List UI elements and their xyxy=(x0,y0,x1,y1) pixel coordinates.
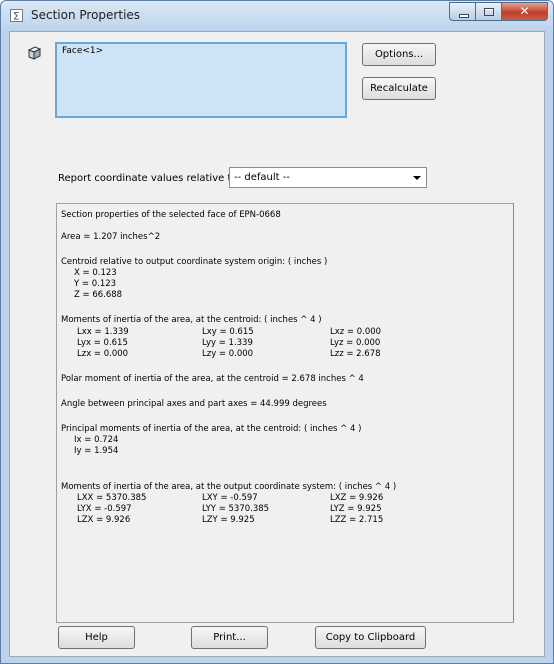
moment-value: LZX = 9.926 xyxy=(77,515,131,525)
minimize-icon xyxy=(459,14,469,18)
moment-value: Lzx = 0.000 xyxy=(77,349,129,359)
copy-to-clipboard-button[interactable]: Copy to Clipboard xyxy=(315,626,426,649)
close-button[interactable]: ✕ xyxy=(502,2,548,21)
moment-value: LYY = 5370.385 xyxy=(202,504,270,514)
coordinate-system-select[interactable]: -- default -- xyxy=(229,167,427,188)
centroid-value: Z = 66.688 xyxy=(74,290,123,300)
results-text-area[interactable]: Section properties of the selected face … xyxy=(56,203,514,623)
section-properties-window: ∑ Section Properties ✕ Face<1> Options..… xyxy=(0,0,554,664)
moment-value: Lzz = 2.678 xyxy=(330,349,381,359)
dialog-client-area: Face<1> Options... Recalculate Report co… xyxy=(9,31,545,657)
moments-centroid-title: Moments of inertia of the area, at the c… xyxy=(61,315,322,325)
moment-value: LXY = -0.597 xyxy=(202,493,258,503)
principal-value: Iy = 1.954 xyxy=(74,446,119,456)
moment-value: Lxy = 0.615 xyxy=(202,327,254,337)
report-relative-label: Report coordinate values relative to: xyxy=(58,173,241,184)
options-button[interactable]: Options... xyxy=(362,43,436,66)
centroid-value: Y = 0.123 xyxy=(74,279,117,289)
coordinate-system-value: -- default -- xyxy=(234,172,290,183)
centroid-value: X = 0.123 xyxy=(74,268,117,278)
moment-value: LYZ = 9.925 xyxy=(330,504,382,514)
moment-value: LYX = -0.597 xyxy=(77,504,132,514)
selection-item[interactable]: Face<1> xyxy=(62,46,103,56)
moment-value: LXZ = 9.926 xyxy=(330,493,384,503)
angle-line: Angle between principal axes and part ax… xyxy=(61,399,327,409)
minimize-button[interactable] xyxy=(449,2,476,21)
moment-value: LXX = 5370.385 xyxy=(77,493,147,503)
selection-list[interactable]: Face<1> xyxy=(55,42,347,118)
face-selection-icon xyxy=(27,46,42,60)
moment-value: Lyz = 0.000 xyxy=(330,338,381,348)
centroid-title: Centroid relative to output coordinate s… xyxy=(61,257,328,267)
area-line: Area = 1.207 inches^2 xyxy=(61,232,161,242)
moment-value: LZY = 9.925 xyxy=(202,515,255,525)
chevron-down-icon[interactable] xyxy=(413,176,421,180)
principal-value: Ix = 0.724 xyxy=(74,435,119,445)
moment-value: Lyy = 1.339 xyxy=(202,338,253,348)
moment-value: Lxx = 1.339 xyxy=(77,327,129,337)
moment-value: LZZ = 2.715 xyxy=(330,515,384,525)
moment-value: Lyx = 0.615 xyxy=(77,338,128,348)
moments-output-title: Moments of inertia of the area, at the o… xyxy=(61,482,397,492)
moment-value: Lxz = 0.000 xyxy=(330,327,382,337)
principal-title: Principal moments of inertia of the area… xyxy=(61,424,362,434)
polar-moment-line: Polar moment of inertia of the area, at … xyxy=(61,374,364,384)
app-icon: ∑ xyxy=(10,9,23,22)
close-icon: ✕ xyxy=(519,4,530,18)
maximize-icon xyxy=(484,8,494,16)
results-header: Section properties of the selected face … xyxy=(61,210,281,220)
print-button[interactable]: Print... xyxy=(191,626,268,649)
recalculate-button[interactable]: Recalculate xyxy=(362,77,436,100)
help-button[interactable]: Help xyxy=(58,626,135,649)
maximize-button[interactable] xyxy=(476,2,502,21)
window-title: Section Properties xyxy=(31,8,141,22)
window-controls: ✕ xyxy=(449,2,548,21)
moment-value: Lzy = 0.000 xyxy=(202,349,254,359)
title-bar[interactable]: ∑ Section Properties ✕ xyxy=(1,1,553,31)
